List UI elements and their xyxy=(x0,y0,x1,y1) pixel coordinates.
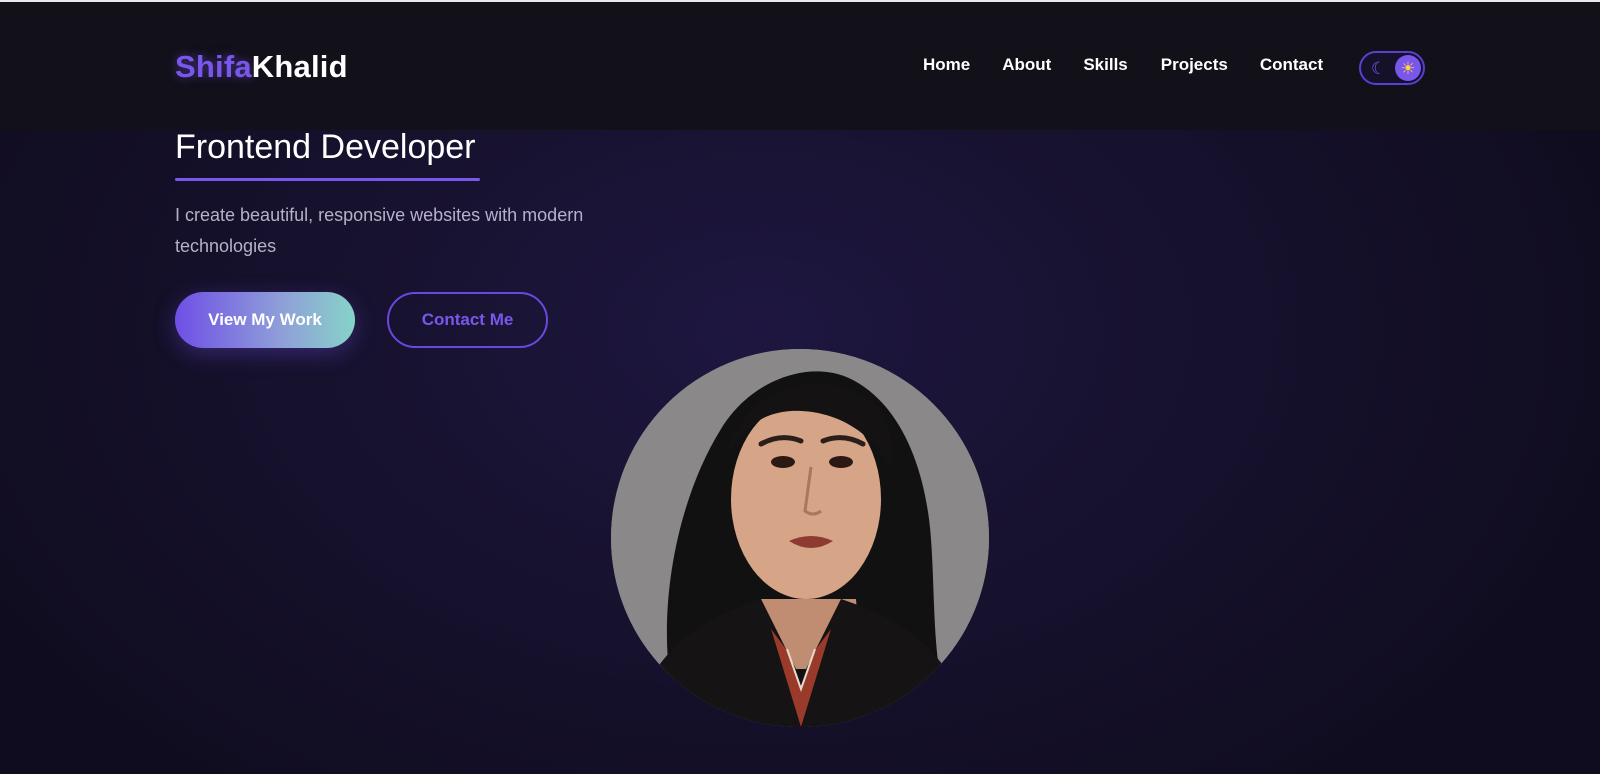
hero-title: Frontend Developer xyxy=(175,128,476,166)
logo-first-name: Shifa xyxy=(175,49,252,84)
nav-link-skills[interactable]: Skills xyxy=(1083,55,1127,75)
hero-subtitle: I create beautiful, responsive websites … xyxy=(175,205,584,256)
nav-link-contact[interactable]: Contact xyxy=(1260,55,1323,75)
contact-me-button[interactable]: Contact Me xyxy=(387,292,548,348)
moon-icon: ☾ xyxy=(1371,59,1387,78)
sun-icon: ☀ xyxy=(1400,58,1416,78)
theme-toggle-knob: ☀ xyxy=(1395,55,1421,81)
theme-toggle[interactable]: ☾ ☀ xyxy=(1359,51,1425,85)
nav-link-about[interactable]: About xyxy=(1002,55,1051,75)
view-my-work-button[interactable]: View My Work xyxy=(175,292,355,348)
nav-link-projects[interactable]: Projects xyxy=(1161,55,1228,75)
nav-links: Home About Skills Projects Contact xyxy=(923,55,1323,75)
logo[interactable]: ShifaKhalid xyxy=(175,49,348,85)
profile-photo xyxy=(611,349,989,727)
nav-link-home[interactable]: Home xyxy=(923,55,970,75)
navbar: ShifaKhalid Home About Skills Projects C… xyxy=(0,2,1600,130)
profile-photo-illustration xyxy=(611,349,989,727)
hero-title-underline xyxy=(175,178,480,181)
logo-last-name: Khalid xyxy=(251,49,348,84)
